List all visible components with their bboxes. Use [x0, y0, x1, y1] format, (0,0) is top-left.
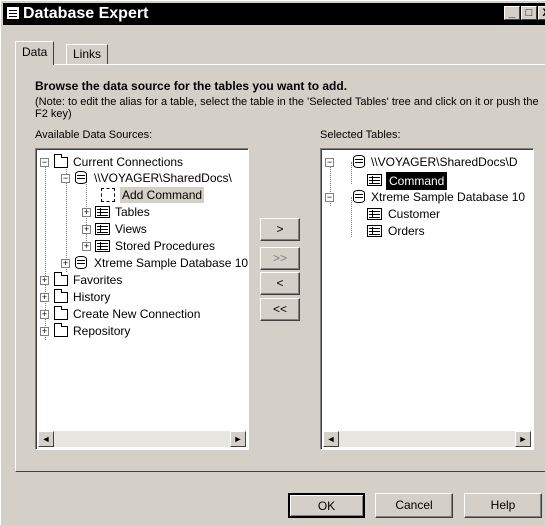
- add-all-button[interactable]: >>: [260, 247, 300, 270]
- tree-item-label: Current Connections: [73, 155, 184, 169]
- table-folder-icon: [95, 206, 110, 218]
- remove-all-button[interactable]: <<: [260, 298, 300, 321]
- tree-item-label: Favorites: [73, 273, 123, 287]
- minimize-button[interactable]: _: [504, 6, 520, 20]
- tree-item-label: \\VOYAGER\SharedDocs\: [94, 171, 232, 185]
- scroll-left-button[interactable]: ◄: [38, 431, 54, 447]
- selected-tables-label: Selected Tables:: [320, 129, 401, 141]
- selected-tables-tree[interactable]: − \\VOYAGER\SharedDocs\D Command − Xtrem…: [320, 148, 534, 450]
- tree-line: [351, 162, 352, 184]
- tab-links[interactable]: Links: [66, 44, 109, 64]
- available-horizontal-scrollbar[interactable]: ◄ ►: [38, 431, 246, 447]
- add-command-icon: [101, 188, 115, 202]
- database-expert-dialog: Database Expert _ □ X Data Links Browse …: [0, 0, 545, 525]
- folder-icon: [54, 272, 68, 286]
- maximize-button[interactable]: □: [521, 6, 537, 20]
- collapse-icon[interactable]: −: [325, 158, 334, 167]
- instruction-heading: Browse the data source for the tables yo…: [35, 79, 348, 93]
- tree-item-label: Orders: [388, 224, 425, 238]
- database-connection-icon: [353, 190, 365, 203]
- title-bar[interactable]: Database Expert _ □ X: [3, 3, 545, 25]
- collapse-icon[interactable]: −: [61, 174, 70, 183]
- database-connection-icon: [75, 256, 87, 269]
- tree-item-label: Customer: [388, 207, 441, 221]
- scroll-right-button[interactable]: ►: [230, 431, 246, 447]
- expand-icon[interactable]: +: [61, 259, 70, 268]
- window-title: Database Expert: [23, 5, 149, 22]
- alias-note: (Note: to edit the alias for a table, se…: [35, 96, 539, 120]
- expand-icon[interactable]: +: [40, 310, 49, 319]
- expand-icon[interactable]: +: [40, 293, 49, 302]
- database-expert-icon: [7, 7, 19, 19]
- tree-item-label: Tables: [115, 205, 150, 219]
- view-folder-icon: [95, 223, 110, 235]
- tree-item-label: Views: [115, 222, 147, 236]
- selected-horizontal-scrollbar[interactable]: ◄ ►: [323, 431, 531, 447]
- available-data-sources-tree[interactable]: − Current Connections − \\VOYAGER\Shared…: [35, 148, 249, 450]
- add-table-button[interactable]: >: [260, 218, 300, 241]
- folder-icon: [54, 323, 68, 337]
- stored-procedure-folder-icon: [95, 240, 110, 252]
- table-icon: [367, 208, 382, 220]
- collapse-icon[interactable]: −: [40, 158, 49, 167]
- tree-item-label: \\VOYAGER\SharedDocs\D: [371, 155, 518, 169]
- tree-item-label: Xtreme Sample Database 10: [371, 190, 526, 204]
- available-data-sources-label: Available Data Sources:: [35, 129, 153, 141]
- tree-item-label: Xtreme Sample Database 10: [94, 256, 249, 270]
- cancel-button[interactable]: Cancel: [375, 493, 453, 518]
- tree-item-label: Repository: [73, 324, 131, 338]
- command-table-icon: [367, 174, 382, 186]
- folder-icon: [54, 289, 68, 303]
- tree-line: [351, 197, 352, 237]
- tree-item-label: Add Command: [120, 187, 205, 203]
- expand-icon[interactable]: +: [82, 225, 91, 234]
- tree-item-label: Command: [386, 172, 448, 190]
- database-connection-icon: [353, 155, 365, 168]
- tree-item-label: Stored Procedures: [115, 239, 216, 253]
- folder-icon: [54, 306, 68, 320]
- scroll-left-button[interactable]: ◄: [323, 431, 339, 447]
- remove-table-button[interactable]: <: [260, 272, 300, 295]
- ok-button[interactable]: OK: [288, 493, 365, 518]
- expand-icon[interactable]: +: [40, 276, 49, 285]
- table-icon: [367, 225, 382, 237]
- tab-data[interactable]: Data: [15, 41, 55, 65]
- folder-icon: [54, 154, 68, 168]
- close-button[interactable]: X: [538, 6, 545, 20]
- help-button[interactable]: Help: [464, 493, 542, 518]
- tree-item-label: Create New Connection: [73, 307, 201, 321]
- tree-item-label: History: [73, 290, 111, 304]
- collapse-icon[interactable]: −: [325, 193, 334, 202]
- scroll-right-button[interactable]: ►: [515, 431, 531, 447]
- expand-icon[interactable]: +: [40, 327, 49, 336]
- expand-icon[interactable]: +: [82, 242, 91, 251]
- expand-icon[interactable]: +: [82, 208, 91, 217]
- database-connection-icon: [75, 171, 87, 184]
